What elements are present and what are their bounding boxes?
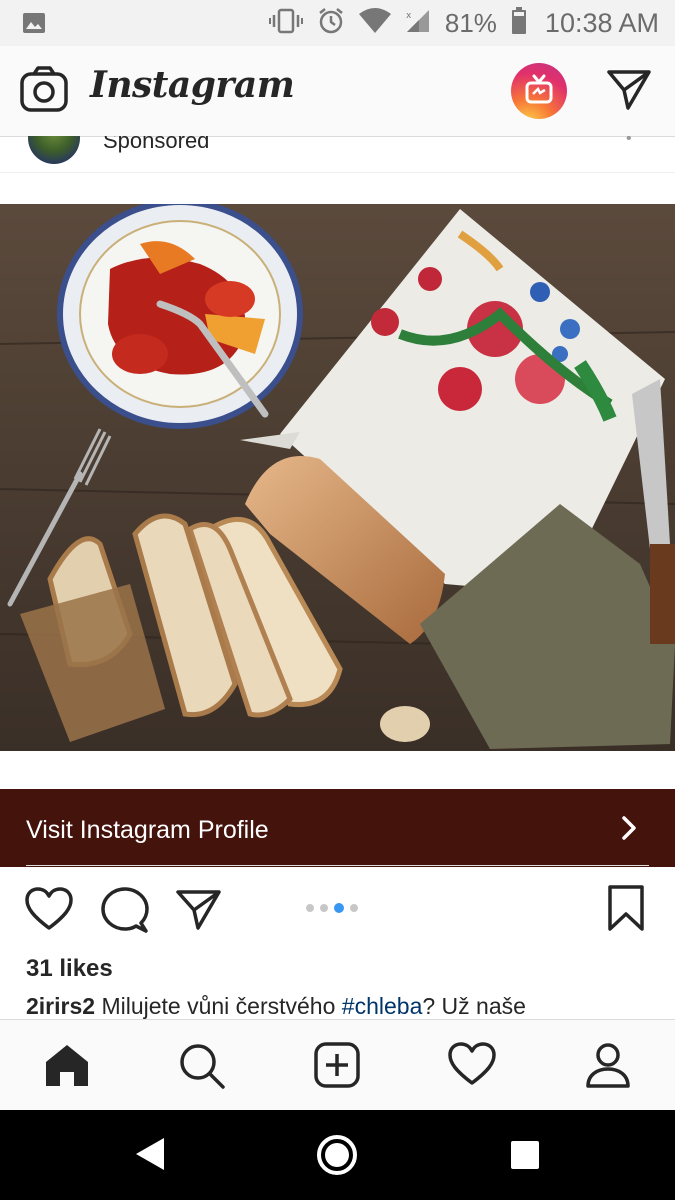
visit-profile-cta[interactable]: Visit Instagram Profile — [0, 789, 675, 867]
gallery-notification-icon — [22, 11, 46, 40]
vibrate-icon — [268, 8, 303, 39]
instagram-logo: Instagram — [90, 64, 295, 106]
home-button-icon[interactable] — [316, 1134, 358, 1181]
app-header: Instagram — [0, 46, 675, 137]
caption-hashtag[interactable]: #chleba — [342, 993, 423, 1019]
post-header: Sponsored • — [0, 136, 675, 173]
battery-icon — [511, 6, 527, 40]
direct-message-icon[interactable] — [606, 68, 652, 115]
recents-icon[interactable] — [510, 1140, 540, 1175]
share-send-icon[interactable] — [175, 888, 223, 935]
battery-percent: 81% — [444, 7, 497, 38]
back-icon[interactable] — [134, 1136, 166, 1177]
clock: 10:38 AM — [544, 7, 659, 38]
status-bar: x 81% 10:38 AM — [0, 0, 675, 46]
new-post-icon[interactable] — [314, 1042, 360, 1093]
activity-heart-icon[interactable] — [448, 1042, 496, 1091]
home-icon[interactable] — [44, 1042, 90, 1093]
post-photo[interactable] — [0, 204, 675, 751]
like-heart-icon[interactable] — [25, 887, 73, 936]
carousel-dot — [306, 904, 314, 912]
system-nav-bar — [0, 1110, 675, 1200]
comment-bubble-icon[interactable] — [101, 887, 149, 938]
bookmark-icon[interactable] — [608, 885, 644, 936]
carousel-dot-active — [334, 903, 344, 913]
caption-text-end: ? Už naše — [422, 993, 526, 1019]
sponsored-label: Sponsored — [103, 136, 210, 153]
post-caption: 2irirs2 Milujete vůni čerstvého #chleba?… — [26, 993, 526, 1020]
caption-text: Milujete vůni čerstvého — [95, 993, 342, 1019]
caption-username[interactable]: 2irirs2 — [26, 993, 95, 1019]
igtv-icon[interactable] — [511, 63, 567, 119]
svg-text:x: x — [406, 11, 412, 21]
chevron-right-icon — [620, 813, 638, 848]
more-options-icon[interactable]: • — [626, 136, 632, 148]
camera-icon[interactable] — [20, 66, 68, 117]
profile-icon[interactable] — [585, 1042, 631, 1093]
wifi-icon — [358, 7, 391, 39]
divider — [26, 865, 649, 866]
bottom-tab-bar — [0, 1019, 675, 1111]
cta-label: Visit Instagram Profile — [26, 816, 269, 844]
search-icon[interactable] — [178, 1042, 226, 1095]
carousel-indicator — [306, 903, 358, 913]
cell-signal-icon: x — [405, 8, 431, 39]
like-count[interactable]: 31 likes — [26, 955, 113, 983]
avatar[interactable] — [28, 136, 80, 164]
carousel-dot — [320, 904, 328, 912]
alarm-icon — [317, 7, 345, 40]
carousel-dot — [350, 904, 358, 912]
